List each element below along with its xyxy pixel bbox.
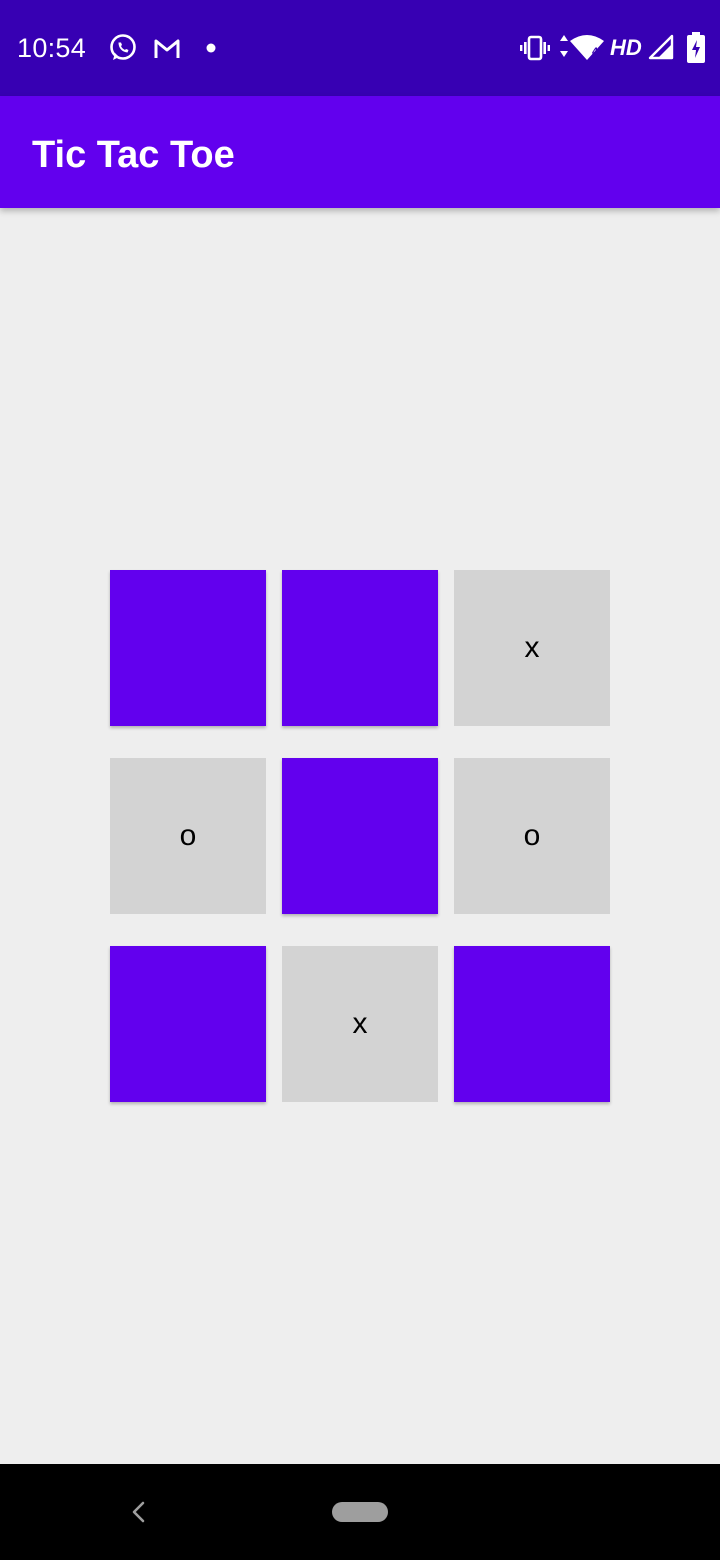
notification-dot-icon [206, 43, 216, 53]
board-cell-2-3[interactable]: o [454, 758, 610, 914]
network-type-label: HD [610, 35, 642, 60]
svg-text:4: 4 [592, 46, 599, 58]
vibrate-icon [520, 35, 550, 61]
status-time: 10:54 [17, 33, 87, 63]
wifi-icon: 4 [560, 35, 604, 60]
back-icon[interactable] [128, 1500, 148, 1524]
board-cell-2-1[interactable]: o [110, 758, 266, 914]
signal-icon [648, 34, 674, 60]
board-cell-1-2[interactable] [282, 570, 438, 726]
app-title: Tic Tac Toe [32, 134, 235, 176]
whatsapp-icon [110, 34, 136, 60]
board-cell-3-1[interactable] [110, 946, 266, 1102]
board-cell-2-2[interactable] [282, 758, 438, 914]
board-cell-1-3[interactable]: x [454, 570, 610, 726]
game-board: x o o x [110, 570, 610, 1102]
gmail-icon [154, 39, 180, 58]
status-bar: 10:54 4 HD [0, 0, 720, 96]
board-cell-3-3[interactable] [454, 946, 610, 1102]
battery-charging-icon [687, 32, 705, 63]
board-cell-1-1[interactable] [110, 570, 266, 726]
board-cell-3-2[interactable]: x [282, 946, 438, 1102]
home-pill-icon[interactable] [332, 1502, 388, 1522]
